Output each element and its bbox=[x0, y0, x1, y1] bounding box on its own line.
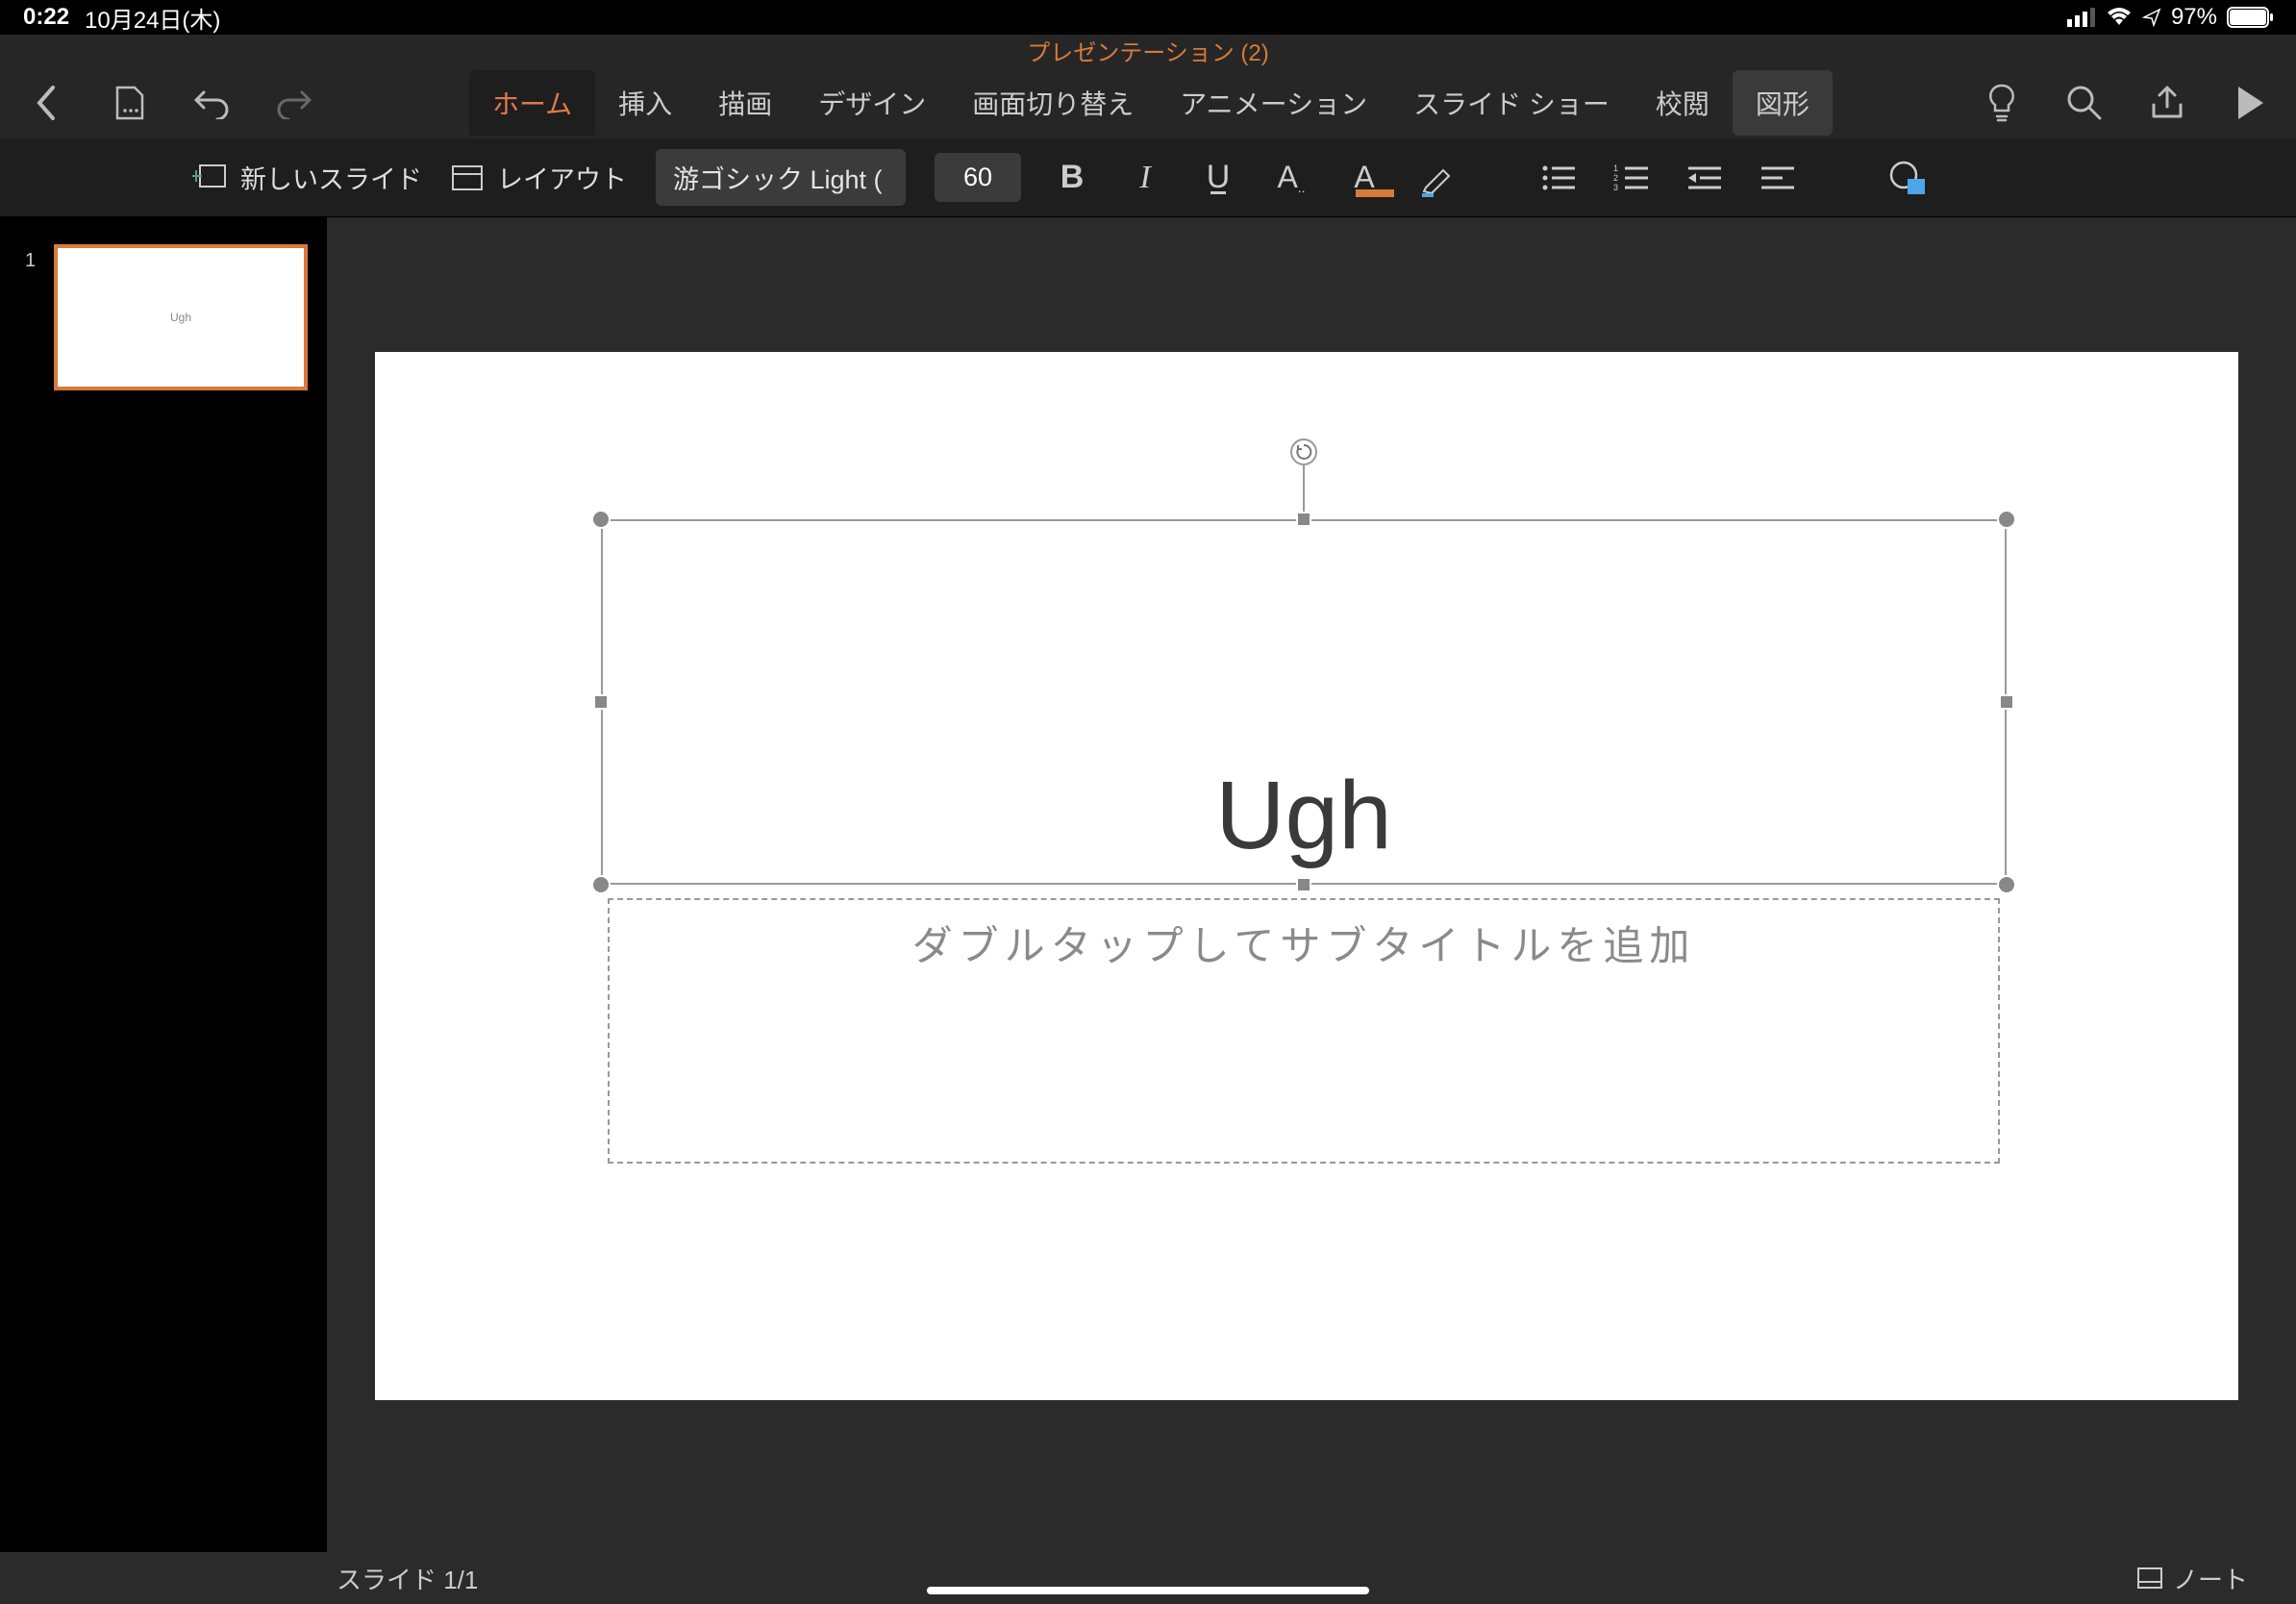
slide-thumb-index: 1 bbox=[25, 250, 36, 272]
tab-transitions[interactable]: 画面切り替え bbox=[949, 70, 1157, 136]
ribbon-tabs: ホーム 挿入 描画 デザイン 画面切り替え アニメーション スライド ショー 校… bbox=[469, 70, 1833, 136]
shape-insert-button[interactable] bbox=[1886, 156, 1931, 200]
app-toolbar: ホーム 挿入 描画 デザイン 画面切り替え アニメーション スライド ショー 校… bbox=[0, 67, 2296, 138]
underline-button[interactable]: U bbox=[1196, 156, 1240, 200]
title-text-box[interactable]: Ugh bbox=[601, 519, 2007, 885]
home-ribbon: 新しいスライド レイアウト 游ゴシック Light ( 60 B I U A..… bbox=[0, 138, 2296, 217]
slide-thumbnails-pane[interactable]: 1 Ugh bbox=[0, 217, 327, 1552]
strikethrough-button[interactable]: A.. bbox=[1269, 156, 1313, 200]
undo-button[interactable] bbox=[190, 82, 233, 124]
highlight-button[interactable] bbox=[1415, 156, 1460, 200]
status-time: 0:22 bbox=[23, 4, 69, 31]
home-indicator[interactable] bbox=[927, 1587, 1369, 1594]
slide-canvas-area[interactable]: Ugh ダブルタップしてサブタイトルを追加 bbox=[327, 217, 2296, 1552]
layout-label: レイアウト bbox=[497, 159, 627, 196]
ipad-status-bar: 0:22 10月24日(木) 97% bbox=[0, 0, 2296, 35]
tab-draw[interactable]: 描画 bbox=[695, 70, 795, 136]
tab-insert[interactable]: 挿入 bbox=[595, 70, 695, 136]
slide-thumb-preview[interactable]: Ugh bbox=[54, 244, 308, 390]
new-slide-button[interactable]: 新しいスライド bbox=[192, 159, 422, 196]
decrease-indent-button[interactable] bbox=[1683, 156, 1727, 200]
tab-review[interactable]: 校閲 bbox=[1633, 70, 1733, 136]
status-bar-bottom: スライド 1/1 ノート bbox=[0, 1552, 2296, 1604]
font-size-selector[interactable]: 60 bbox=[935, 153, 1021, 202]
font-color-button[interactable]: A bbox=[1342, 156, 1386, 200]
document-title[interactable]: プレゼンテーション (2) bbox=[1027, 34, 1269, 67]
resize-handle-tl[interactable] bbox=[591, 510, 611, 529]
share-button[interactable] bbox=[2146, 82, 2188, 124]
subtitle-text-box[interactable]: ダブルタップしてサブタイトルを追加 bbox=[608, 898, 2000, 1164]
back-button[interactable] bbox=[25, 82, 67, 124]
redo-button[interactable] bbox=[273, 82, 315, 124]
document-title-bar: プレゼンテーション (2) bbox=[0, 35, 2296, 67]
resize-handle-bl[interactable] bbox=[591, 875, 611, 894]
new-slide-label: 新しいスライド bbox=[240, 159, 422, 196]
notes-button[interactable]: ノート bbox=[2136, 1561, 2248, 1596]
italic-button[interactable]: I bbox=[1123, 156, 1167, 200]
slide-counter: スライド 1/1 bbox=[337, 1561, 478, 1596]
rotate-handle[interactable] bbox=[1290, 439, 1317, 465]
resize-handle-br[interactable] bbox=[1997, 875, 2016, 894]
tab-home[interactable]: ホーム bbox=[469, 70, 595, 136]
cellular-icon bbox=[2067, 8, 2096, 27]
status-date: 10月24日(木) bbox=[85, 1, 220, 35]
svg-text:1: 1 bbox=[1613, 163, 1618, 173]
wifi-icon bbox=[2106, 8, 2133, 27]
tab-animations[interactable]: アニメーション bbox=[1157, 70, 1390, 136]
bullets-button[interactable] bbox=[1536, 156, 1581, 200]
resize-handle-b[interactable] bbox=[1296, 877, 1311, 892]
resize-handle-r[interactable] bbox=[1999, 694, 2014, 710]
numbering-button[interactable]: 123 bbox=[1610, 156, 1654, 200]
present-button[interactable] bbox=[2229, 82, 2271, 124]
font-name-selector[interactable]: 游ゴシック Light ( bbox=[656, 149, 906, 206]
location-icon bbox=[2142, 8, 2161, 27]
svg-text:3: 3 bbox=[1613, 183, 1618, 192]
rotate-connector bbox=[1303, 465, 1305, 512]
resize-handle-tr[interactable] bbox=[1997, 510, 2016, 529]
main-area: 1 Ugh Ugh ダブ bbox=[0, 217, 2296, 1552]
tab-slideshow[interactable]: スライド ショー bbox=[1390, 70, 1633, 136]
layout-button[interactable]: レイアウト bbox=[451, 159, 627, 196]
battery-icon bbox=[2227, 7, 2273, 28]
tab-design[interactable]: デザイン bbox=[795, 70, 949, 136]
file-menu-button[interactable] bbox=[108, 82, 150, 124]
resize-handle-l[interactable] bbox=[593, 694, 609, 710]
slide-thumbnail[interactable]: 1 Ugh bbox=[21, 244, 306, 390]
resize-handle-t[interactable] bbox=[1296, 512, 1311, 527]
slide-canvas[interactable]: Ugh ダブルタップしてサブタイトルを追加 bbox=[375, 352, 2238, 1400]
search-button[interactable] bbox=[2063, 82, 2106, 124]
battery-percent: 97% bbox=[2171, 4, 2217, 31]
notes-label: ノート bbox=[2173, 1561, 2248, 1596]
subtitle-placeholder-text: ダブルタップしてサブタイトルを追加 bbox=[610, 914, 1998, 972]
tell-me-button[interactable] bbox=[1981, 82, 2023, 124]
slide-title-text[interactable]: Ugh bbox=[603, 761, 2005, 871]
svg-text:2: 2 bbox=[1613, 173, 1618, 183]
tab-shapes[interactable]: 図形 bbox=[1733, 70, 1833, 136]
slide-thumb-title: Ugh bbox=[170, 311, 191, 324]
align-button[interactable] bbox=[1756, 156, 1800, 200]
bold-button[interactable]: B bbox=[1050, 156, 1094, 200]
